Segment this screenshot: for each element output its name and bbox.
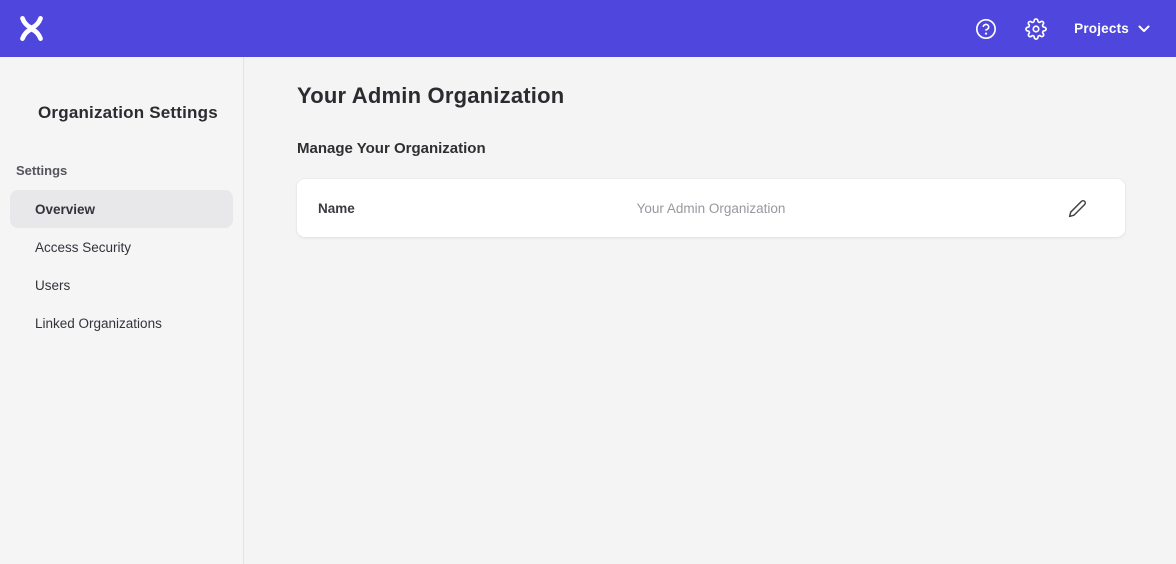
topbar-actions: Projects xyxy=(974,17,1150,41)
organization-name-card: Name Your Admin Organization xyxy=(297,179,1125,237)
name-field-value: Your Admin Organization xyxy=(637,201,786,216)
sidebar-item-users[interactable]: Users xyxy=(10,266,233,304)
sidebar-item-overview[interactable]: Overview xyxy=(10,190,233,228)
organization-settings-sidebar: Organization Settings Settings Overview … xyxy=(0,57,244,564)
sidebar-nav: Overview Access Security Users Linked Or… xyxy=(0,190,243,342)
sidebar-item-label: Users xyxy=(35,278,70,293)
projects-menu[interactable]: Projects xyxy=(1074,21,1150,36)
sidebar-title: Organization Settings xyxy=(0,103,243,123)
sidebar-item-label: Linked Organizations xyxy=(35,316,162,331)
sidebar-item-access-security[interactable]: Access Security xyxy=(10,228,233,266)
brand-x-logo[interactable] xyxy=(18,16,45,41)
pencil-icon[interactable] xyxy=(1065,196,1089,220)
sidebar-item-linked-organizations[interactable]: Linked Organizations xyxy=(10,304,233,342)
app-shell: Organization Settings Settings Overview … xyxy=(0,57,1176,564)
section-title: Manage Your Organization xyxy=(297,140,1125,157)
chevron-down-icon xyxy=(1138,25,1150,33)
sidebar-item-label: Access Security xyxy=(35,240,131,255)
gear-icon[interactable] xyxy=(1024,17,1048,41)
sidebar-item-label: Overview xyxy=(35,202,95,217)
projects-menu-label: Projects xyxy=(1074,21,1129,36)
help-circle-icon[interactable] xyxy=(974,17,998,41)
topbar: Projects xyxy=(0,0,1176,57)
page-title: Your Admin Organization xyxy=(297,83,1125,109)
name-field-label: Name xyxy=(318,201,355,216)
main-content: Your Admin Organization Manage Your Orga… xyxy=(244,57,1176,564)
sidebar-section-label: Settings xyxy=(16,163,243,178)
